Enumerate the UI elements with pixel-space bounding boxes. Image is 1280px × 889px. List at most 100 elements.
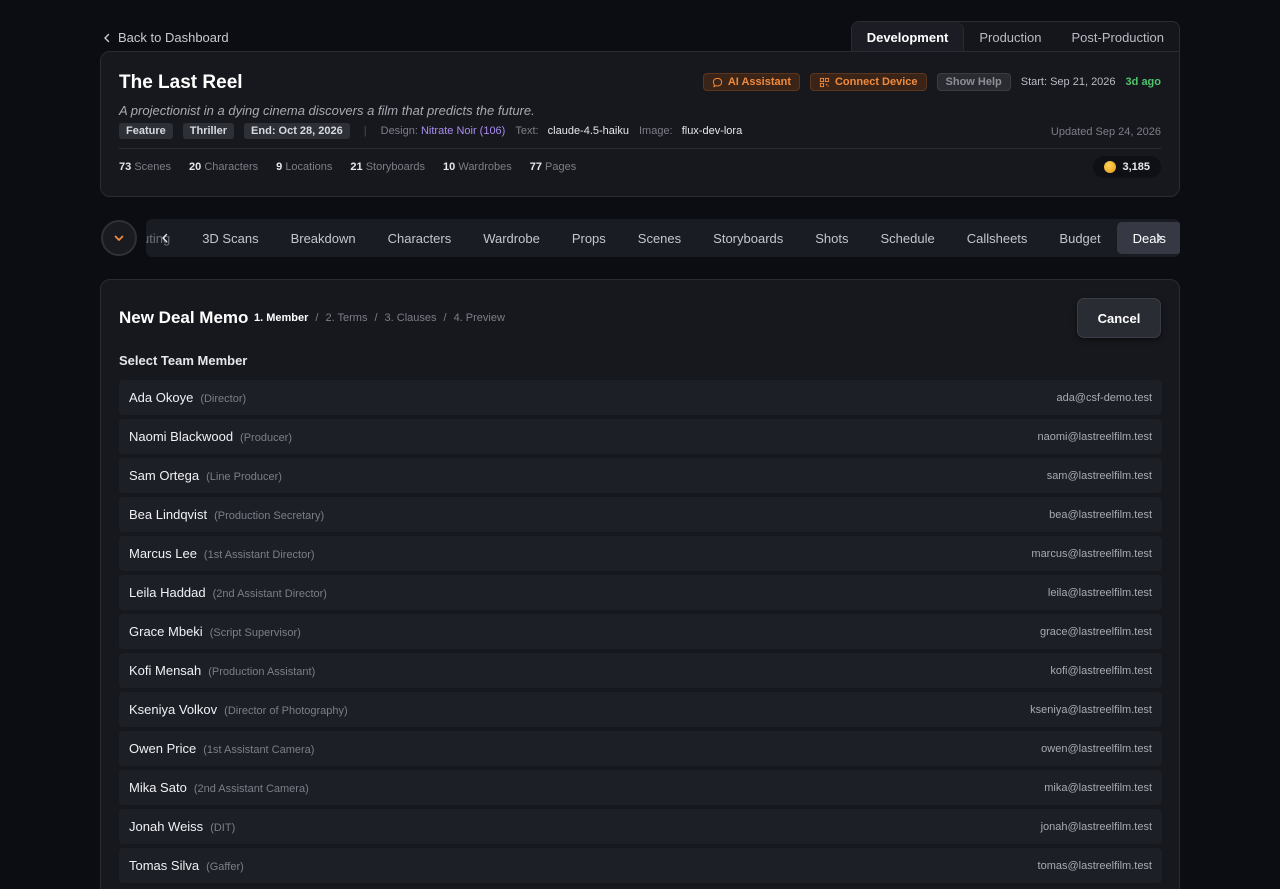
member-role: (Director) [200, 393, 247, 405]
member-name: Naomi Blackwood [129, 429, 234, 444]
step-separator: / [374, 312, 378, 324]
member-email: sam@lastreelfilm.test [1046, 469, 1152, 482]
nav-item-budget[interactable]: Budget [1043, 219, 1116, 257]
member-email: marcus@lastreelfilm.test [1031, 547, 1152, 560]
member-info: Owen Price (1st Assistant Camera) [129, 741, 314, 756]
member-role: (Production Assistant) [208, 666, 316, 678]
tab-production[interactable]: Production [964, 22, 1056, 52]
stat-wardrobes: 10 Wardrobes [443, 161, 512, 173]
member-info: Mika Sato (2nd Assistant Camera) [129, 780, 309, 795]
back-to-dashboard-link[interactable]: Back to Dashboard [102, 30, 229, 45]
collapse-button[interactable] [101, 220, 137, 256]
tag-format: Feature [119, 123, 173, 139]
team-member-row[interactable]: Kseniya Volkov (Director of Photography) k… [119, 692, 1162, 727]
team-member-row[interactable]: Kofi Mensah (Production Assistant) kofi@la… [119, 653, 1162, 688]
start-date: Start: Sep 21, 2026 [1020, 76, 1116, 88]
tag-end-date: End: Oct 28, 2026 [244, 123, 350, 139]
coin-icon [1104, 161, 1117, 173]
member-info: Bea Lindqvist (Production Secretary) [129, 507, 324, 522]
tab-development[interactable]: Development [851, 22, 965, 52]
team-member-row[interactable]: Tomas Silva (Gaffer) tomas@lastreelfilm.te… [119, 848, 1162, 883]
stat-locations: 9 Locations [276, 161, 333, 173]
nav-item-3d-scans[interactable]: 3D Scans [186, 219, 274, 257]
design-value-link[interactable]: Nitrate Noir (106) [421, 125, 505, 137]
member-name: Sam Ortega [129, 468, 200, 483]
qr-code-icon [819, 77, 830, 87]
show-help-button[interactable]: Show Help [936, 73, 1011, 91]
team-member-row[interactable]: Ada Okoye (Director) ada@csf-demo.test [119, 380, 1162, 415]
connect-device-button[interactable]: Connect Device [809, 73, 927, 91]
team-member-row[interactable]: Leila Haddad (2nd Assistant Director) leil… [119, 575, 1162, 610]
image-model-info: Image: flux-dev-lora [638, 125, 743, 137]
member-email: kseniya@lastreelfilm.test [1030, 703, 1152, 716]
design-info: Design: Nitrate Noir (106) [380, 125, 506, 137]
member-email: ada@csf-demo.test [1056, 391, 1152, 404]
nav-item-wardrobe[interactable]: Wardrobe [467, 219, 556, 257]
member-email: owen@lastreelfilm.test [1041, 742, 1152, 755]
member-name: Bea Lindqvist [129, 507, 208, 522]
cancel-button[interactable]: Cancel [1077, 298, 1161, 338]
stat-scenes: 73 Scenes [119, 161, 172, 173]
project-card: The Last Reel AI Assistant Connect Devic… [100, 51, 1180, 197]
section-nav: uting 3D Scans Breakdown Characters Ward… [146, 219, 1180, 257]
member-name: Leila Haddad [129, 585, 206, 600]
chat-bubble-icon [712, 77, 722, 87]
member-role: (1st Assistant Camera) [203, 744, 315, 756]
member-role: (1st Assistant Director) [203, 549, 315, 561]
member-email: naomi@lastreelfilm.test [1037, 430, 1152, 443]
nav-item-scenes[interactable]: Scenes [622, 219, 697, 257]
nav-item-storyboards[interactable]: Storyboards [697, 219, 799, 257]
last-activity: 3d ago [1125, 76, 1161, 88]
deal-memo-card: New Deal Memo 1. Member / 2. Terms / 3. … [100, 279, 1180, 889]
member-role: (Production Secretary) [214, 510, 325, 522]
project-tags: Feature Thriller End: Oct 28, 2026 | Des… [119, 123, 742, 139]
member-name: Tomas Silva [129, 858, 200, 873]
scroll-left-button[interactable] [154, 219, 176, 257]
nav-item-schedule[interactable]: Schedule [865, 219, 951, 257]
step-separator: / [315, 312, 319, 324]
phase-tabs: Development Production Post-Production [850, 21, 1180, 52]
team-member-list: Ada Okoye (Director) ada@csf-demo.test Naom… [119, 380, 1162, 883]
member-role: (Producer) [240, 432, 293, 444]
project-actions: AI Assistant Connect Device Show Help St… [702, 73, 1161, 91]
team-member-row[interactable]: Mika Sato (2nd Assistant Camera) mika@last… [119, 770, 1162, 805]
chevron-left-icon [104, 33, 110, 42]
member-email: bea@lastreelfilm.test [1049, 508, 1152, 521]
team-member-row[interactable]: Sam Ortega (Line Producer) sam@lastreelfil… [119, 458, 1162, 493]
divider: | [363, 125, 367, 137]
ai-assistant-button[interactable]: AI Assistant [702, 73, 800, 91]
step-preview: 4. Preview [453, 312, 505, 324]
stat-characters: 20 Characters [189, 161, 259, 173]
team-member-row[interactable]: Owen Price (1st Assistant Camera) owen@las… [119, 731, 1162, 766]
wizard-steps: 1. Member / 2. Terms / 3. Clauses / 4. P… [254, 312, 505, 324]
member-info: Ada Okoye (Director) [129, 390, 246, 405]
team-member-row[interactable]: Jonah Weiss (DIT) jonah@lastreelfilm.test [119, 809, 1162, 844]
member-name: Kseniya Volkov [129, 702, 218, 717]
nav-item-callsheets[interactable]: Callsheets [951, 219, 1044, 257]
text-model-info: Text: claude-4.5-haiku [515, 125, 629, 137]
member-email: tomas@lastreelfilm.test [1037, 859, 1152, 872]
member-info: Kofi Mensah (Production Assistant) [129, 663, 315, 678]
nav-item-breakdown[interactable]: Breakdown [275, 219, 372, 257]
nav-item-shots[interactable]: Shots [799, 219, 864, 257]
member-role: (2nd Assistant Director) [212, 588, 327, 600]
team-member-row[interactable]: Bea Lindqvist (Production Secretary) bea@l… [119, 497, 1162, 532]
project-stats: 73 Scenes 20 Characters 9 Locations 21 S… [119, 161, 576, 173]
team-member-row[interactable]: Naomi Blackwood (Producer) naomi@lastreelf… [119, 419, 1162, 454]
member-info: Naomi Blackwood (Producer) [129, 429, 292, 444]
team-member-row[interactable]: Grace Mbeki (Script Supervisor) grace@last… [119, 614, 1162, 649]
select-member-label: Select Team Member [119, 353, 248, 368]
card-divider [119, 148, 1161, 149]
scroll-right-button[interactable] [1148, 219, 1170, 257]
team-member-row[interactable]: Marcus Lee (1st Assistant Director) marcus… [119, 536, 1162, 571]
chevron-right-icon [1156, 233, 1162, 243]
member-info: Tomas Silva (Gaffer) [129, 858, 244, 873]
tab-post-production[interactable]: Post-Production [1057, 22, 1180, 52]
chevron-down-icon [114, 235, 124, 241]
member-name: Kofi Mensah [129, 663, 202, 678]
step-clauses: 3. Clauses [384, 312, 437, 324]
member-role: (Director of Photography) [224, 705, 348, 717]
project-title: The Last Reel [119, 72, 243, 93]
nav-item-characters[interactable]: Characters [372, 219, 468, 257]
nav-item-props[interactable]: Props [556, 219, 622, 257]
